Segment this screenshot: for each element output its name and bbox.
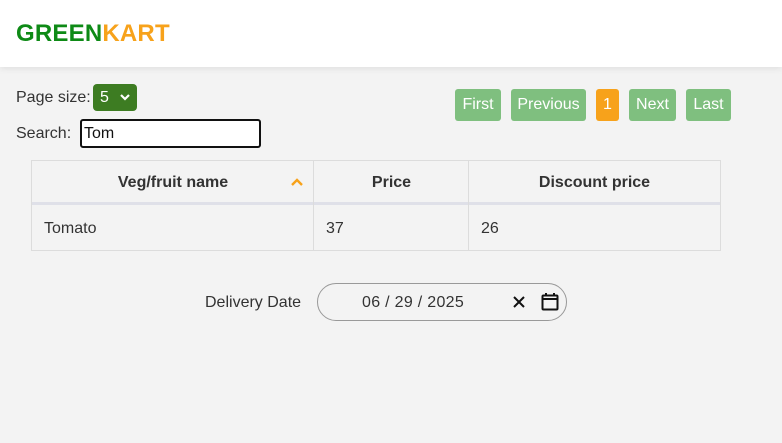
column-header-name-label: Veg/fruit name bbox=[117, 174, 229, 191]
header-bar: GREENKART bbox=[0, 0, 782, 67]
brand-kart-text: KART bbox=[102, 20, 170, 47]
column-header-discount-label: Discount price bbox=[538, 174, 651, 191]
page-size-select[interactable]: 5 bbox=[93, 84, 137, 111]
table-cell-name: Tomato bbox=[44, 220, 97, 237]
page-size-value: 5 bbox=[100, 88, 109, 106]
products-table: Veg/fruit name Price Discount price Toma… bbox=[31, 160, 721, 251]
search-input[interactable] bbox=[80, 119, 261, 148]
pagination-previous-button[interactable]: Previous bbox=[511, 89, 586, 121]
table-cell-discount: 26 bbox=[481, 220, 499, 237]
column-header-discount[interactable]: Discount price bbox=[469, 161, 720, 205]
close-icon[interactable] bbox=[511, 294, 527, 310]
page-size-label: Page size: bbox=[16, 89, 91, 106]
pagination-last-button[interactable]: Last bbox=[686, 89, 731, 121]
search-label: Search: bbox=[16, 125, 72, 142]
chevron-down-icon bbox=[119, 89, 131, 108]
brand-logo: GREENKART bbox=[16, 20, 170, 48]
delivery-date-value[interactable]: 06 / 29 / 2025 bbox=[362, 294, 464, 312]
delivery-date-picker[interactable]: 06 / 29 / 2025 bbox=[317, 283, 567, 321]
table-cell-price: 37 bbox=[326, 220, 344, 237]
table-header-row: Veg/fruit name Price Discount price bbox=[32, 161, 720, 205]
column-header-name[interactable]: Veg/fruit name bbox=[32, 161, 314, 205]
pagination-next-button[interactable]: Next bbox=[629, 89, 676, 121]
column-header-price-label: Price bbox=[371, 174, 412, 191]
pagination-page-1-button[interactable]: 1 bbox=[596, 89, 619, 121]
column-header-price[interactable]: Price bbox=[314, 161, 469, 205]
brand-green-text: GREEN bbox=[16, 20, 103, 47]
delivery-date-label: Delivery Date bbox=[205, 294, 302, 311]
table-row: Tomato 37 26 bbox=[32, 208, 720, 250]
pagination-first-button[interactable]: First bbox=[455, 89, 501, 121]
sort-ascending-icon[interactable] bbox=[290, 175, 304, 187]
calendar-icon[interactable] bbox=[541, 292, 559, 311]
